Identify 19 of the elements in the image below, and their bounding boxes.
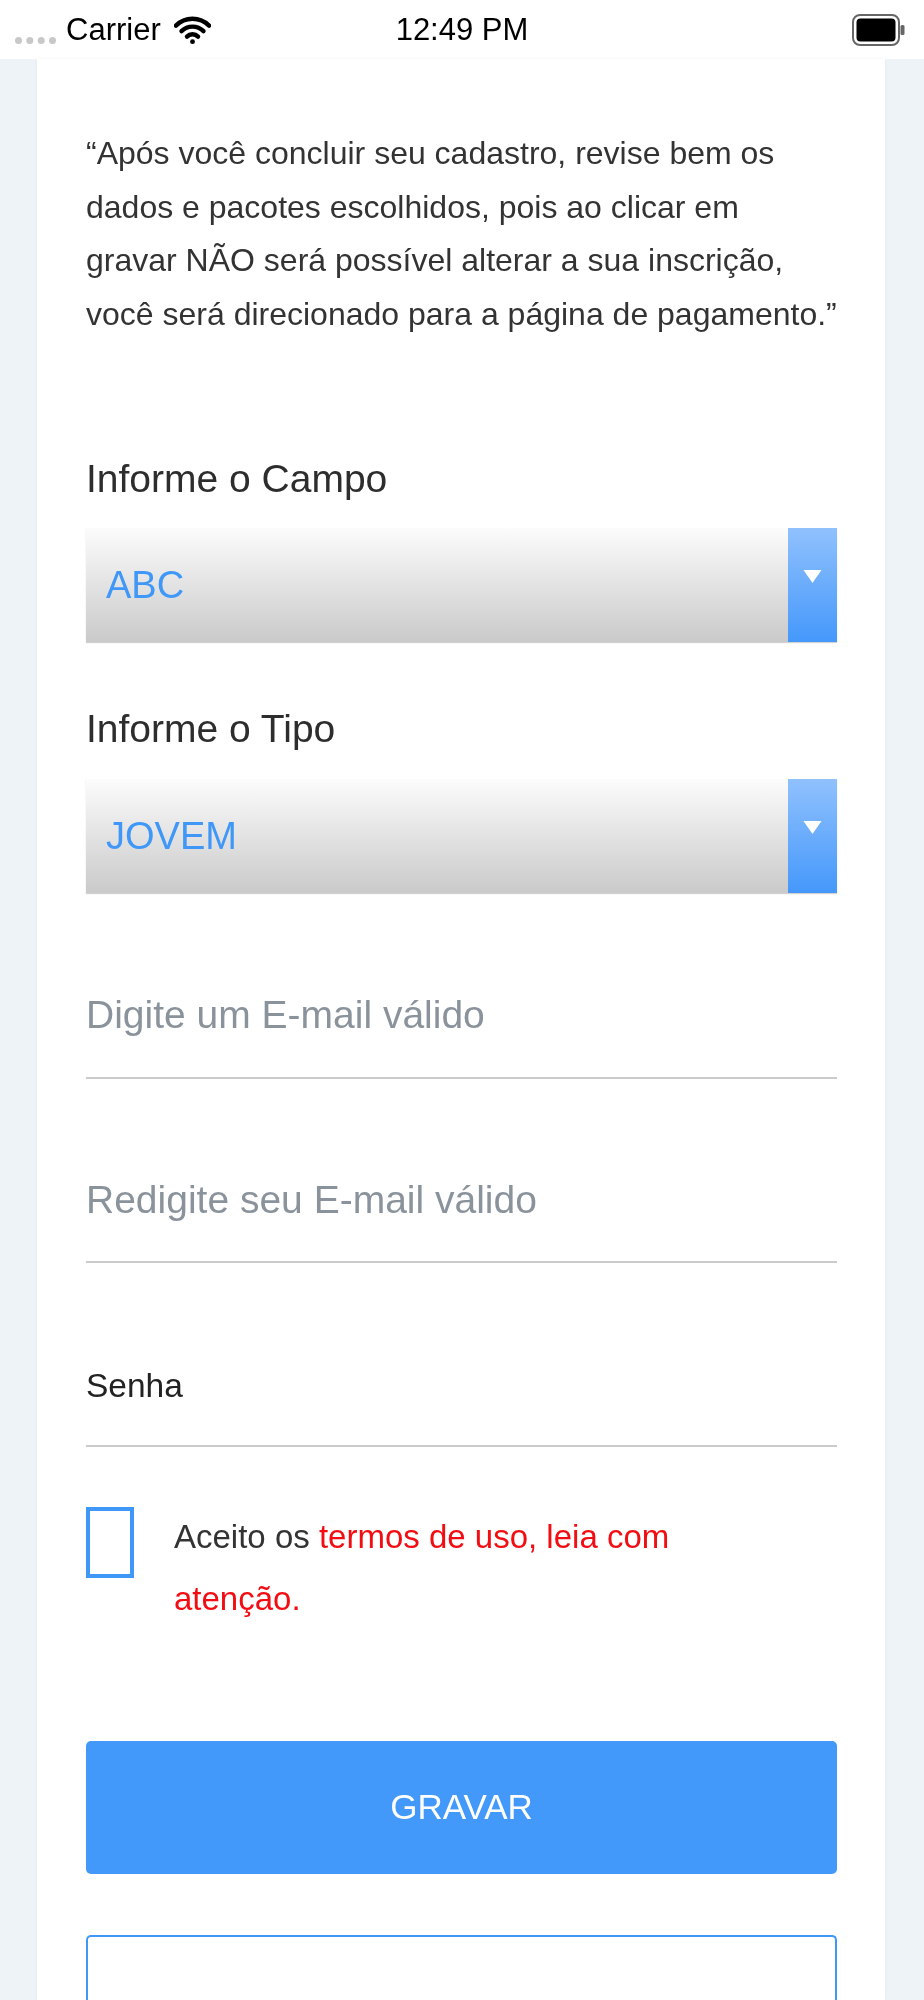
field-label: Informe o Campo xyxy=(86,456,389,502)
carrier-name: Carrier xyxy=(66,11,161,48)
outline-button[interactable] xyxy=(86,1935,837,2000)
input-field[interactable]: Senha xyxy=(86,1327,837,1447)
terms-text: Aceito os termos de uso, leia com atenção. xyxy=(174,1517,671,1619)
wifi-icon xyxy=(173,14,211,45)
save-button[interactable]: GRAVAR xyxy=(86,1741,837,1874)
clock-time: 12:49 PM xyxy=(395,11,529,48)
field-label: Informe o Tipo xyxy=(86,706,337,752)
caret-down-icon xyxy=(788,779,837,893)
dropdown[interactable]: JOVEM xyxy=(86,779,837,893)
checkbox[interactable] xyxy=(86,1507,134,1578)
input-field[interactable]: Redigite seu E-mail válido xyxy=(86,1139,837,1264)
notice-text: “Após você concluir seu cadastro, revise bem os dados e pacotes escolhidos, pois ao clicar em gravar NÃO será possível alterar a sua inscrição, você será direcionado para a página de pagamento.” xyxy=(86,134,837,334)
caret-down-icon xyxy=(788,528,837,642)
input-field[interactable]: Digite um E-mail válido xyxy=(86,953,837,1079)
dropdown[interactable]: ABC xyxy=(86,528,837,642)
battery-icon xyxy=(852,13,905,46)
signal-icon xyxy=(15,37,56,44)
